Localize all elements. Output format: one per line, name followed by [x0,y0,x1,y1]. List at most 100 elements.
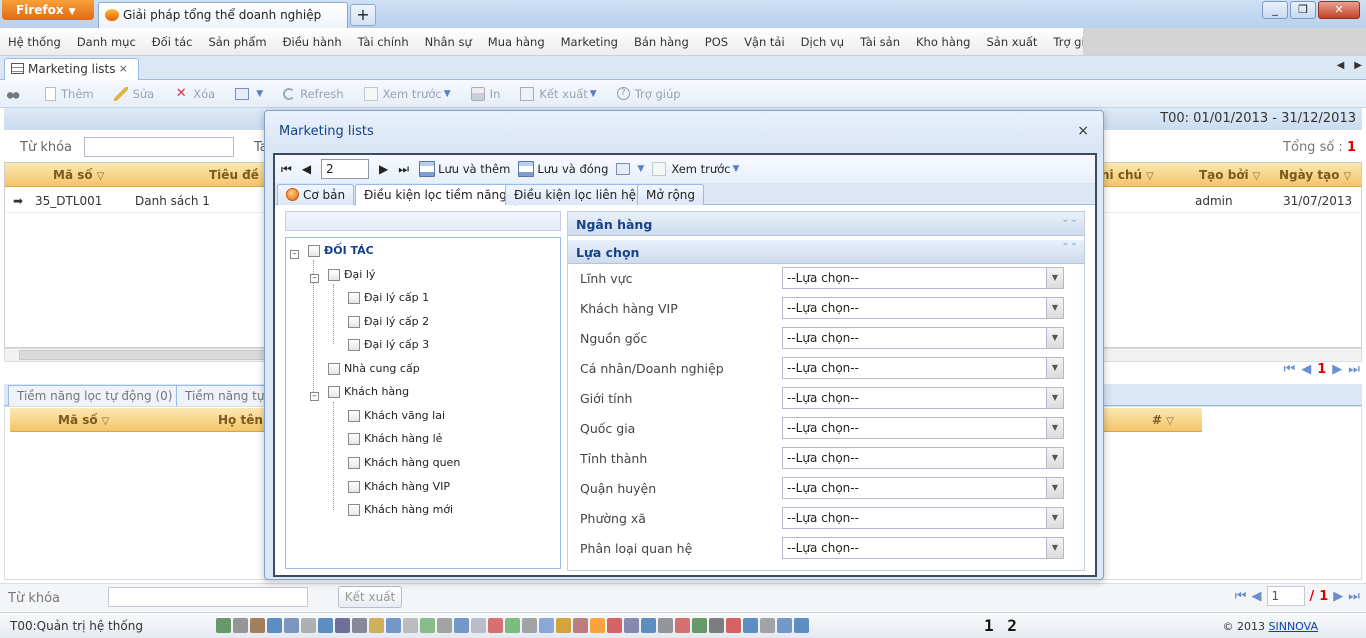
checkbox[interactable] [348,480,360,493]
col-header-code[interactable]: Mã số ▽ [58,413,109,427]
chevron-down-icon[interactable]: ▼ [1046,358,1063,378]
section-bank[interactable]: Ngân hàng ⌄⌄ [568,212,1084,236]
maximize-icon[interactable]: ❐ [1290,1,1316,19]
quick-launch-icon[interactable] [760,618,775,633]
tree-filter-input[interactable] [285,211,561,231]
quick-launch-icon[interactable] [369,618,384,633]
chevron-down-icon[interactable]: ▼ [1046,538,1063,558]
columns-button[interactable]: ▼ [235,87,263,100]
tree-node-partner[interactable]: ĐỐI TÁC [308,244,374,257]
footer-keyword-input[interactable] [108,587,308,607]
tab-marketing-lists[interactable]: Marketing lists × [4,58,139,80]
tab-prospect-filter[interactable]: Điều kiện lọc tiềm năng [355,184,516,206]
quick-launch-icon[interactable] [641,618,656,633]
quick-launch-icon[interactable] [505,618,520,633]
quick-launch-icon[interactable] [488,618,503,633]
type-select[interactable]: --Lựa chọn-- ▼ [782,357,1064,379]
collapse-icon[interactable]: – [290,250,299,259]
menu-item-tai-san[interactable]: Tài sản [852,35,908,49]
quick-launch-icon[interactable] [607,618,622,633]
checkbox[interactable] [328,385,340,398]
menu-item-he-thong[interactable]: Hệ thống [0,35,69,49]
tree-node-regular[interactable]: Khách hàng quen [348,456,460,469]
last-page-icon[interactable]: ⏭ [1348,589,1360,604]
tree-node-walk-in[interactable]: Khách vãng lai [348,409,445,422]
tree-node-new[interactable]: Khách hàng mới [348,503,453,516]
quick-launch-icon[interactable] [454,618,469,633]
menu-item-ban-hang[interactable]: Bán hàng [626,35,697,49]
menu-item-van-tai[interactable]: Vận tải [736,35,793,49]
dialog-preview-button[interactable]: Xem trước ▼ [652,162,739,176]
col-header-note[interactable]: hi chú ▽ [1101,168,1154,182]
close-icon[interactable]: × [1077,123,1089,139]
search-toggle-button[interactable] [6,86,25,101]
prev-page-icon[interactable]: ◀ [1301,362,1311,377]
page-input[interactable]: 1 [1266,586,1305,606]
browser-tab[interactable]: Giải pháp tổng thể doanh nghiệp [98,2,348,28]
quick-launch-icon[interactable] [692,618,707,633]
quick-launch-icon[interactable] [777,618,792,633]
close-tab-icon[interactable]: × [119,62,128,75]
chevron-down-icon[interactable]: ▼ [1046,268,1063,288]
quick-launch-icon[interactable] [250,618,265,633]
menu-item-marketing[interactable]: Marketing [553,35,626,49]
chevron-down-icon[interactable]: ▼ [1046,508,1063,528]
next-page-icon[interactable]: ▶ [1332,362,1342,377]
save-and-close-button[interactable]: Lưu và đóng [518,161,608,177]
tab-basic[interactable]: Cơ bản [277,184,355,205]
tab-extended[interactable]: Mở rộng [637,184,705,205]
edit-button[interactable]: Sửa [113,86,154,101]
preview-button[interactable]: Xem trước ▼ [363,86,451,101]
last-record-icon[interactable]: ⏭ [398,162,409,177]
quick-launch-icon[interactable] [437,618,452,633]
vip-select[interactable]: --Lựa chọn-- ▼ [782,297,1064,319]
col-header-name[interactable]: Họ tên [218,413,263,427]
record-input[interactable]: 2 [321,159,370,179]
quick-launch-icon[interactable] [794,618,809,633]
tree-node-supplier[interactable]: Nhà cung cấp [328,362,420,375]
checkbox[interactable] [348,291,360,304]
tree-node-agent-3[interactable]: Đại lý cấp 3 [348,338,429,351]
col-header-created-date[interactable]: Ngày tạo ▽ [1279,168,1351,182]
chevron-down-icon[interactable]: ▼ [1046,478,1063,498]
chevron-down-icon[interactable]: ▼ [1046,298,1063,318]
close-window-icon[interactable]: ✕ [1318,1,1360,19]
tab-scroll-left-icon[interactable]: ◀ [1337,60,1345,71]
minimize-icon[interactable]: _ [1262,1,1288,19]
company-link[interactable]: SINNOVA [1269,620,1319,633]
section-choice[interactable]: Lựa chọn ⌃⌃ [568,240,1084,264]
collapse-icon[interactable]: – [310,274,319,283]
checkbox[interactable] [348,432,360,445]
quick-launch-icon[interactable] [556,618,571,633]
tab-auto-filter[interactable]: Tiềm năng lọc tự động (0) [8,385,182,406]
menu-item-kho-hang[interactable]: Kho hàng [908,35,978,49]
tree-node-agent[interactable]: Đại lý [328,268,375,281]
source-select[interactable]: --Lựa chọn-- ▼ [782,327,1064,349]
quick-launch-icon[interactable] [743,618,758,633]
col-header-created-by[interactable]: Tạo bởi ▽ [1199,168,1260,182]
expand-icon[interactable]: ⌄⌄ [1061,214,1078,225]
menu-item-mua-hang[interactable]: Mua hàng [480,35,553,49]
province-select[interactable]: --Lựa chọn-- ▼ [782,447,1064,469]
next-page-icon[interactable]: ▶ [1333,589,1343,604]
checkbox[interactable] [348,315,360,328]
first-page-icon[interactable]: ⏮ [1235,589,1247,604]
tree-node-vip[interactable]: Khách hàng VIP [348,480,450,493]
relation-select[interactable]: --Lựa chọn-- ▼ [782,537,1064,559]
menu-item-tai-chinh[interactable]: Tài chính [350,35,417,49]
quick-launch-icon[interactable] [539,618,554,633]
country-select[interactable]: --Lựa chọn-- ▼ [782,417,1064,439]
quick-launch-icon[interactable] [471,618,486,633]
delete-button[interactable]: ✕ Xóa [174,86,215,101]
tab-contact-filter[interactable]: Điều kiện lọc liên hệ [505,184,646,205]
quick-launch-icon[interactable] [709,618,724,633]
tree-node-agent-2[interactable]: Đại lý cấp 2 [348,315,429,328]
ward-select[interactable]: --Lựa chọn-- ▼ [782,507,1064,529]
menu-item-danh-muc[interactable]: Danh mục [69,35,144,49]
quick-launch-icon[interactable] [318,618,333,633]
quick-launch-icon[interactable] [403,618,418,633]
new-tab-button[interactable]: + [350,4,376,26]
menu-item-san-pham[interactable]: Sản phẩm [200,35,274,49]
tab-scroll-right-icon[interactable]: ▶ [1354,60,1362,71]
scrollbar-thumb[interactable] [19,350,269,360]
